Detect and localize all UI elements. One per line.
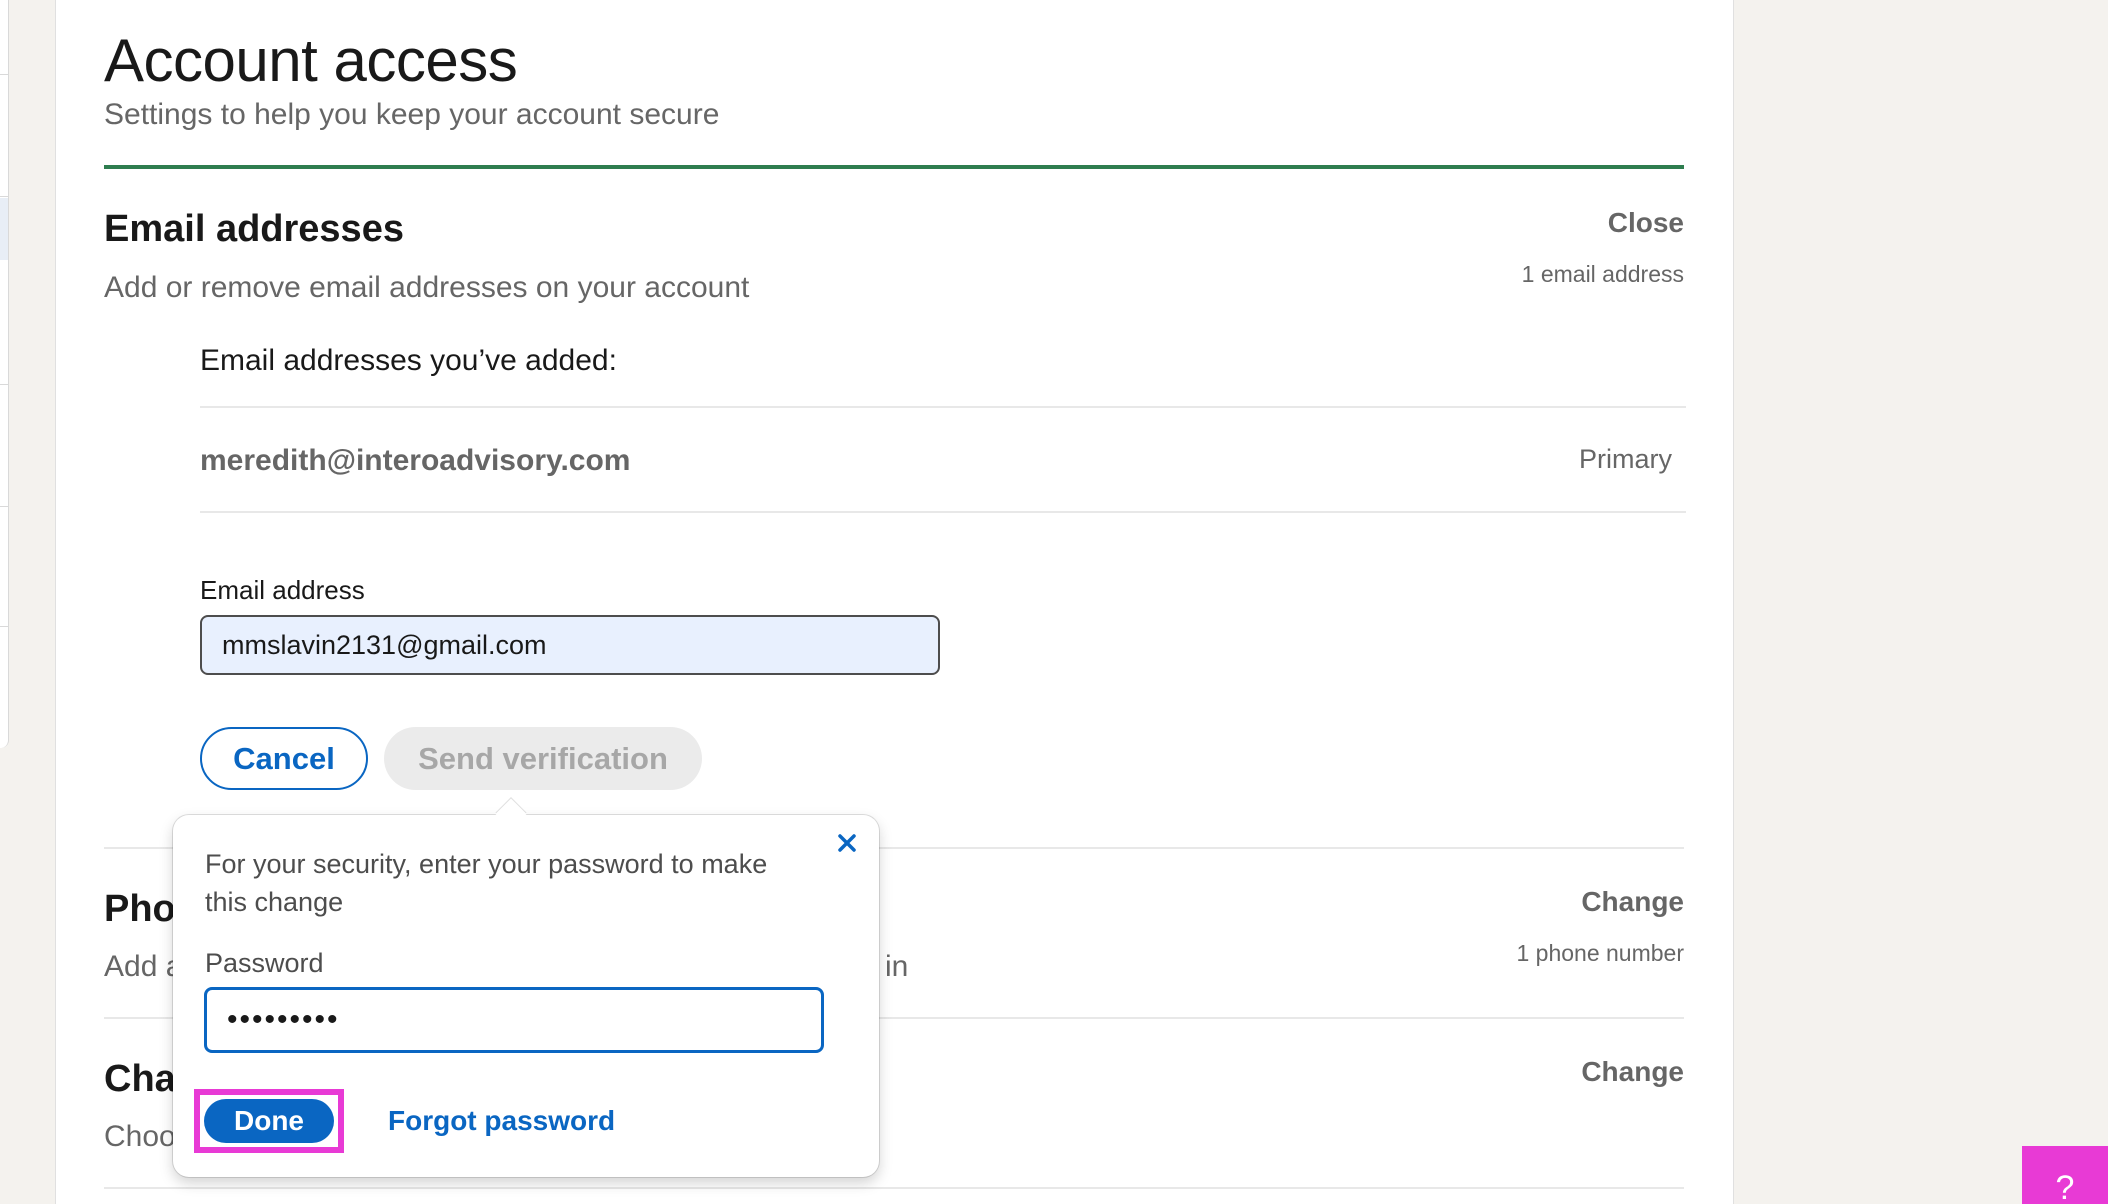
email-address-label: Email address bbox=[200, 575, 365, 605]
sidebar-divider bbox=[0, 384, 8, 385]
sidebar-item-active[interactable] bbox=[0, 198, 8, 260]
change-phone-button[interactable]: Change bbox=[1581, 886, 1684, 918]
send-verification-button[interactable]: Send verification bbox=[384, 727, 702, 790]
third-section-description: Choo bbox=[104, 1120, 176, 1153]
phone-section-description-start: Add a bbox=[104, 950, 183, 983]
email-list-item: meredith@interoadvisory.com bbox=[200, 444, 631, 477]
password-confirm-popover: For your security, enter your password t… bbox=[173, 798, 879, 1177]
sidebar-divider bbox=[0, 506, 8, 507]
done-button[interactable]: Done bbox=[204, 1099, 334, 1143]
cancel-button[interactable]: Cancel bbox=[200, 727, 368, 790]
sidebar-divider bbox=[0, 196, 8, 197]
close-email-section-button[interactable]: Close bbox=[1608, 207, 1684, 239]
forgot-password-link[interactable]: Forgot password bbox=[388, 1105, 615, 1137]
email-address-input[interactable] bbox=[200, 615, 940, 675]
help-button[interactable]: ? bbox=[2022, 1146, 2108, 1204]
email-list-divider bbox=[200, 406, 1686, 408]
header-divider bbox=[104, 165, 1684, 169]
password-input[interactable] bbox=[204, 987, 824, 1053]
third-section-title: Cha bbox=[104, 1058, 176, 1100]
phone-section-title: Pho bbox=[104, 888, 176, 930]
email-list-divider bbox=[200, 511, 1686, 513]
change-third-section-button[interactable]: Change bbox=[1581, 1056, 1684, 1088]
email-section-description: Add or remove email addresses on your ac… bbox=[104, 271, 750, 304]
page-subtitle: Settings to help you keep your account s… bbox=[104, 98, 720, 131]
email-count: 1 email address bbox=[1521, 261, 1684, 287]
sidebar-divider bbox=[0, 74, 8, 75]
phone-count: 1 phone number bbox=[1516, 940, 1684, 966]
sidebar-edge bbox=[0, 0, 9, 748]
primary-badge: Primary bbox=[1579, 444, 1672, 474]
section-divider bbox=[104, 1187, 1684, 1189]
added-emails-label: Email addresses you’ve added: bbox=[200, 344, 617, 377]
email-section-title: Email addresses bbox=[104, 208, 404, 250]
page-title: Account access bbox=[104, 27, 518, 94]
password-label: Password bbox=[205, 948, 324, 978]
security-message: For your security, enter your password t… bbox=[205, 849, 768, 917]
phone-section-description-end: in bbox=[885, 950, 909, 983]
close-icon[interactable] bbox=[829, 825, 865, 861]
sidebar-divider bbox=[0, 626, 8, 627]
